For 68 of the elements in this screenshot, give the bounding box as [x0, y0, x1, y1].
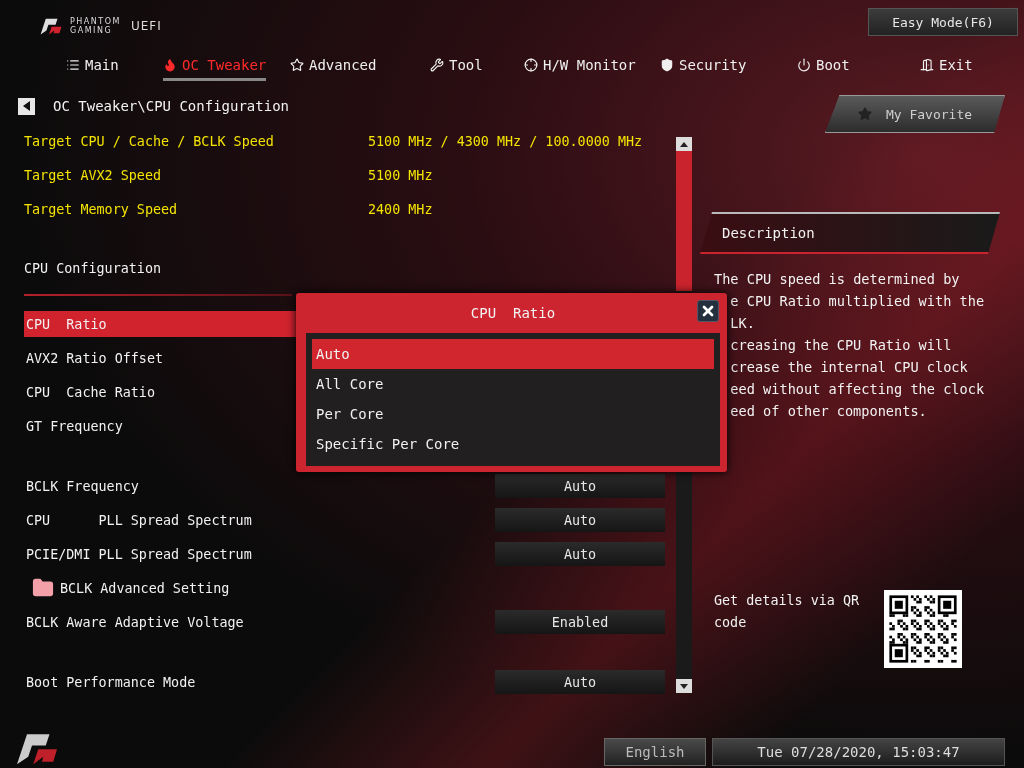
folder-icon [32, 577, 54, 599]
description-text: The CPU speed is determined by [714, 270, 961, 289]
option-item[interactable]: All Core [312, 369, 714, 399]
description-text: LK. [729, 314, 756, 333]
setting-row[interactable]: BCLK Aware Adaptive Voltage Enabled [24, 609, 670, 635]
my-favorite-button[interactable]: My Favorite [825, 95, 1005, 133]
tab-icon [660, 57, 674, 72]
nav-tab[interactable]: OC Tweaker [163, 51, 267, 81]
setting-value[interactable]: Auto [495, 474, 665, 498]
language-button[interactable]: English [604, 738, 706, 766]
up-arrow-icon [680, 141, 688, 147]
down-arrow-icon [680, 683, 688, 689]
date-time: Tue 07/28/2020, 15:03:47 [712, 738, 1005, 766]
setting-value[interactable]: Auto [495, 508, 665, 532]
easy-mode-button[interactable]: Easy Mode(F6) [868, 8, 1018, 36]
info-label: Target AVX2 Speed [24, 167, 163, 183]
tab-icon [797, 57, 811, 72]
tab-icon [163, 57, 177, 72]
option-item[interactable]: Specific Per Core [312, 429, 714, 459]
info-value: 5100 MHz / 4300 MHz / 100.0000 MHz [368, 133, 643, 149]
tab-icon [430, 57, 444, 72]
description-text: crease the internal CPU clock [729, 358, 969, 377]
logo-text: UEFI [130, 19, 162, 33]
tab-icon [920, 57, 934, 72]
section-title: CPU Configuration [24, 259, 163, 278]
logo-text: PHANTOM [70, 17, 121, 26]
logo-icon [38, 16, 64, 36]
description-header: Description [700, 212, 1000, 254]
description-text: eed without affecting the clock [729, 380, 986, 399]
nav-tab[interactable]: Security [660, 51, 747, 81]
option-item[interactable]: Per Core [312, 399, 714, 429]
tab-icon [66, 57, 80, 72]
setting-row[interactable]: CPU PLL Spread Spectrum Auto [24, 507, 670, 533]
close-icon [700, 303, 716, 319]
setting-value[interactable]: Auto [495, 670, 665, 694]
back-arrow-icon [22, 101, 31, 111]
scroll-down-button[interactable] [676, 679, 692, 693]
setting-row[interactable]: BCLK Frequency Auto [24, 473, 670, 499]
info-label: Target CPU / Cache / BCLK Speed [24, 133, 275, 149]
submenu-item[interactable]: BCLK Advanced Setting [24, 575, 670, 601]
setting-row[interactable]: Boot Performance Mode Auto [24, 669, 670, 695]
scroll-up-button[interactable] [676, 137, 692, 151]
star-icon [857, 107, 872, 121]
logo-text: GAMING [70, 26, 114, 35]
nav-tab[interactable]: H/W Monitor [524, 51, 636, 81]
option-item[interactable]: Auto [312, 339, 714, 369]
qr-caption: Get details via QR code [714, 592, 861, 632]
tab-icon [524, 57, 538, 72]
breadcrumb: OC Tweaker\CPU Configuration [53, 98, 289, 114]
setting-value[interactable]: Enabled [495, 610, 665, 634]
nav-tab[interactable]: Advanced [290, 51, 377, 81]
nav-tab[interactable]: Exit [920, 51, 973, 81]
back-button[interactable] [18, 97, 35, 115]
setting-value[interactable]: Auto [495, 542, 665, 566]
description-text: eed of other components. [729, 402, 928, 421]
nav-tab[interactable]: Boot [797, 51, 850, 81]
description-text: creasing the CPU Ratio will [729, 336, 953, 355]
description-text: e CPU Ratio multiplied with the [729, 292, 986, 311]
close-button[interactable] [697, 300, 719, 322]
tab-icon [290, 57, 304, 72]
setting-row[interactable]: PCIE/DMI PLL Spread Spectrum Auto [24, 541, 670, 567]
info-label: Target Memory Speed [24, 201, 179, 217]
nav-tab[interactable]: Main [66, 51, 119, 81]
info-value: 5100 MHz [368, 167, 433, 183]
nav-tab[interactable]: Tool [430, 51, 483, 81]
info-value: 2400 MHz [368, 201, 433, 217]
scroll-thumb[interactable] [676, 151, 692, 291]
dialog-title: CPU Ratio [470, 305, 556, 321]
